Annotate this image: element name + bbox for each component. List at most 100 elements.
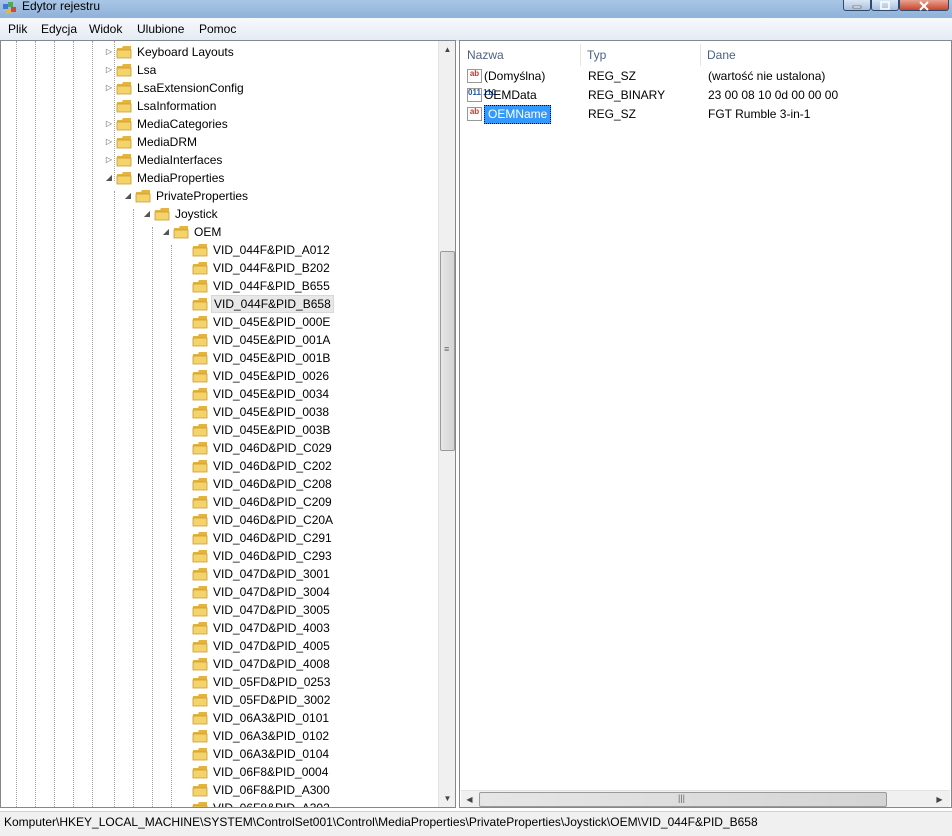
title-bar[interactable]: Edytor rejestru (0, 0, 952, 18)
tree-node[interactable]: VID_06F8&PID_A302 (1, 799, 437, 807)
expanded-triangle-icon[interactable]: ◢ (123, 191, 133, 201)
tree-node-label[interactable]: OEM (192, 223, 223, 241)
tree-node-label[interactable]: LsaInformation (135, 97, 218, 115)
tree-node-label[interactable]: VID_06A3&PID_0102 (211, 727, 331, 745)
value-row[interactable]: 011 110 OEMData REG_BINARY 23 00 08 10 0d 0… (461, 86, 946, 105)
tree-node[interactable]: VID_046D&PID_C208 (1, 475, 437, 493)
tree-node[interactable]: VID_045E&PID_000E (1, 313, 437, 331)
tree-node[interactable]: LsaInformation (1, 97, 437, 115)
tree-node-label[interactable]: VID_047D&PID_3004 (211, 583, 332, 601)
tree-node[interactable]: VID_044F&PID_B202 (1, 259, 437, 277)
tree-node[interactable]: VID_047D&PID_3005 (1, 601, 437, 619)
tree-node-label[interactable]: VID_06A3&PID_0101 (211, 709, 331, 727)
menu-edycja[interactable]: Edycja (41, 22, 77, 36)
menu-widok[interactable]: Widok (89, 22, 122, 36)
tree-node[interactable]: VID_047D&PID_4005 (1, 637, 437, 655)
expanded-triangle-icon[interactable]: ◢ (161, 227, 171, 237)
tree-node-label[interactable]: VID_06F8&PID_A300 (211, 781, 332, 799)
tree-node[interactable]: VID_046D&PID_C209 (1, 493, 437, 511)
tree-node[interactable]: VID_047D&PID_4003 (1, 619, 437, 637)
tree-node-label[interactable]: MediaDRM (135, 133, 199, 151)
column-header-type[interactable]: Typ (581, 44, 701, 66)
tree-node[interactable]: VID_06F8&PID_A300 (1, 781, 437, 799)
tree-node[interactable]: ▷ MediaCategories (1, 115, 437, 133)
tree-node-label[interactable]: Keyboard Layouts (135, 43, 236, 61)
tree-node[interactable]: VID_047D&PID_3004 (1, 583, 437, 601)
tree-node[interactable]: ▷ LsaExtensionConfig (1, 79, 437, 97)
tree-node-label[interactable]: VID_046D&PID_C291 (211, 529, 334, 547)
tree-node-label[interactable]: VID_045E&PID_001B (211, 349, 332, 367)
tree-node[interactable]: VID_045E&PID_0026 (1, 367, 437, 385)
close-button[interactable] (899, 0, 949, 11)
tree-node-label[interactable]: Lsa (135, 61, 158, 79)
tree-node-label[interactable]: VID_047D&PID_4003 (211, 619, 332, 637)
tree-node-label[interactable]: Joystick (173, 205, 220, 223)
tree-node[interactable]: VID_046D&PID_C202 (1, 457, 437, 475)
tree-node-label[interactable]: VID_047D&PID_4005 (211, 637, 332, 655)
tree-node-label[interactable]: VID_045E&PID_0034 (211, 385, 331, 403)
tree-node[interactable]: VID_045E&PID_0034 (1, 385, 437, 403)
tree-node[interactable]: VID_047D&PID_4008 (1, 655, 437, 673)
collapsed-triangle-icon[interactable]: ▷ (104, 65, 114, 75)
tree-node-label[interactable]: VID_045E&PID_001A (211, 331, 332, 349)
tree-node-label[interactable]: VID_05FD&PID_3002 (211, 691, 332, 709)
column-header-data[interactable]: Dane (701, 44, 946, 66)
tree-node[interactable]: VID_046D&PID_C291 (1, 529, 437, 547)
menu-ulubione[interactable]: Ulubione (137, 22, 184, 36)
tree-node-label[interactable]: VID_05FD&PID_0253 (211, 673, 332, 691)
tree-node[interactable]: VID_06F8&PID_0004 (1, 763, 437, 781)
tree-node-label[interactable]: MediaInterfaces (135, 151, 224, 169)
tree-scroll-thumb[interactable]: ≡ (440, 251, 455, 451)
tree-node[interactable]: ▷ Lsa (1, 61, 437, 79)
menu-pomoc[interactable]: Pomoc (199, 22, 236, 36)
tree-node[interactable]: VID_046D&PID_C293 (1, 547, 437, 565)
scroll-down-arrow[interactable]: ▼ (439, 790, 455, 807)
tree-node-label[interactable]: VID_044F&PID_B202 (211, 259, 332, 277)
minimize-button[interactable] (843, 0, 871, 11)
tree-node[interactable]: VID_047D&PID_3001 (1, 565, 437, 583)
tree-node-label[interactable]: VID_06F8&PID_0004 (211, 763, 330, 781)
tree-node-label[interactable]: LsaExtensionConfig (135, 79, 246, 97)
collapsed-triangle-icon[interactable]: ▷ (104, 47, 114, 57)
tree-node-label[interactable]: PrivateProperties (154, 187, 250, 205)
tree-node-label[interactable]: MediaCategories (135, 115, 230, 133)
values-horizontal-scrollbar[interactable]: ◀ ||| ▶ (461, 790, 950, 807)
values-scroll-thumb[interactable]: ||| (479, 792, 887, 807)
tree-node[interactable]: VID_045E&PID_003B (1, 421, 437, 439)
column-header-name[interactable]: Nazwa (461, 44, 581, 66)
tree-node[interactable]: VID_044F&PID_B655 (1, 277, 437, 295)
expanded-triangle-icon[interactable]: ◢ (104, 173, 114, 183)
tree-node[interactable]: VID_044F&PID_A012 (1, 241, 437, 259)
tree-node-label[interactable]: VID_044F&PID_B658 (211, 295, 334, 313)
key-tree-pane[interactable]: ▷ Keyboard Layouts ▷ Lsa ▷ LsaExtensionConfig… (0, 40, 456, 808)
tree-node[interactable]: ◢ OEM (1, 223, 437, 241)
tree-node-label[interactable]: VID_047D&PID_4008 (211, 655, 332, 673)
tree-node[interactable]: VID_05FD&PID_3002 (1, 691, 437, 709)
tree-node-label[interactable]: VID_046D&PID_C029 (211, 439, 334, 457)
tree-node[interactable]: VID_046D&PID_C20A (1, 511, 437, 529)
tree-node[interactable]: ◢ MediaProperties (1, 169, 437, 187)
tree-node-label[interactable]: VID_046D&PID_C293 (211, 547, 334, 565)
tree-node-label[interactable]: VID_045E&PID_000E (211, 313, 332, 331)
tree-node[interactable]: ▷ MediaInterfaces (1, 151, 437, 169)
tree-node[interactable]: VID_044F&PID_B658 (1, 295, 437, 313)
collapsed-triangle-icon[interactable]: ▷ (104, 155, 114, 165)
tree-node[interactable]: VID_06A3&PID_0101 (1, 709, 437, 727)
tree-node-label[interactable]: VID_06F8&PID_A302 (211, 799, 332, 807)
value-row[interactable]: ab (Domyślna) REG_SZ (wartość nie ustalona) (461, 67, 946, 86)
values-pane[interactable]: Nazwa Typ Dane ab (Domyślna) REG_SZ (wartoś… (459, 40, 952, 808)
tree-node-label[interactable]: VID_046D&PID_C208 (211, 475, 334, 493)
menu-plik[interactable]: Plik (8, 22, 27, 36)
tree-node-label[interactable]: VID_044F&PID_A012 (211, 241, 332, 259)
tree-vertical-scrollbar[interactable]: ▲ ≡ ▼ (438, 41, 455, 807)
value-name[interactable]: OEMData (484, 86, 537, 105)
collapsed-triangle-icon[interactable]: ▷ (104, 137, 114, 147)
tree-node[interactable]: VID_06A3&PID_0104 (1, 745, 437, 763)
scroll-up-arrow[interactable]: ▲ (439, 41, 455, 58)
tree-node-label[interactable]: VID_044F&PID_B655 (211, 277, 332, 295)
tree-node-label[interactable]: VID_06A3&PID_0104 (211, 745, 331, 763)
value-row[interactable]: ab OEMName REG_SZ FGT Rumble 3-in-1 (461, 105, 946, 124)
tree-node[interactable]: ▷ Keyboard Layouts (1, 43, 437, 61)
scroll-left-arrow[interactable]: ◀ (461, 791, 478, 807)
tree-node-label[interactable]: VID_046D&PID_C20A (211, 511, 335, 529)
